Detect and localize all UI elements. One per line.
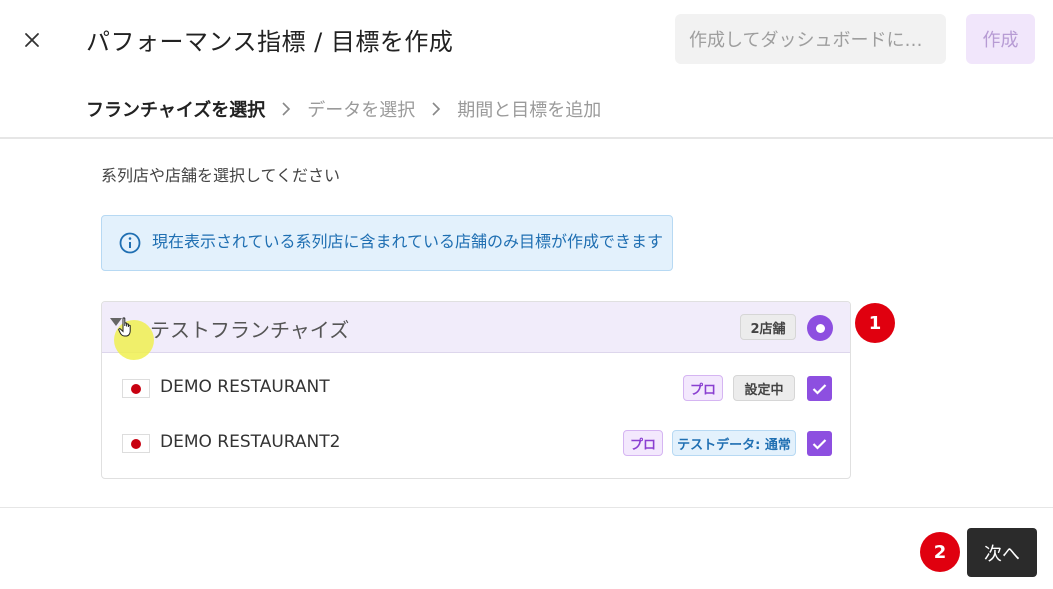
franchise-radio[interactable] — [807, 315, 833, 341]
check-icon — [812, 383, 827, 395]
hand-cursor-icon — [118, 317, 131, 337]
next-button[interactable]: 次へ — [967, 528, 1037, 577]
store-name: DEMO RESTAURANT — [160, 377, 330, 397]
chevron-right-icon — [281, 101, 291, 117]
japan-flag-icon — [122, 379, 150, 398]
radio-dot — [815, 323, 825, 333]
header-divider — [0, 137, 1053, 139]
store-count-badge: 2店舗 — [740, 314, 796, 340]
close-button[interactable] — [18, 26, 46, 54]
franchise-card: テストフランチャイズ 2店舗 DEMO RESTAURANT プロ 設定中 DE… — [101, 301, 851, 479]
info-alert: 現在表示されている系列店に含まれている店舗のみ目標が作成できます — [101, 215, 673, 271]
status-badge: 設定中 — [733, 375, 795, 401]
store-row: DEMO RESTAURANT2 プロ テストデータ: 通常 — [102, 416, 850, 471]
info-text: 現在表示されている系列店に含まれている店舗のみ目標が作成できます — [152, 232, 664, 251]
test-data-badge: テストデータ: 通常 — [672, 430, 796, 456]
create-and-add-to-dashboard-button[interactable]: 作成してダッシュボードに追加... — [675, 14, 946, 64]
franchise-header[interactable]: テストフランチャイズ 2店舗 — [102, 302, 850, 360]
store-name: DEMO RESTAURANT2 — [160, 432, 341, 452]
step-add-period-goal[interactable]: 期間と目標を追加 — [457, 96, 601, 122]
step-select-data[interactable]: データを選択 — [307, 96, 415, 122]
step-select-franchise[interactable]: フランチャイズを選択 — [86, 96, 265, 122]
info-icon — [119, 232, 141, 254]
page-title: パフォーマンス指標 / 目標を作成 — [86, 28, 454, 56]
store-checkbox[interactable] — [807, 431, 832, 456]
step-marker-2: 2 — [920, 532, 960, 572]
franchise-name: テストフランチャイズ — [150, 318, 350, 342]
plan-badge: プロ — [683, 375, 723, 401]
chevron-right-icon — [431, 101, 441, 117]
store-checkbox[interactable] — [807, 376, 832, 401]
create-button[interactable]: 作成 — [966, 14, 1035, 64]
create-and-add-to-dashboard-label: 作成してダッシュボードに追加... — [689, 30, 932, 51]
stepper: フランチャイズを選択 データを選択 期間と目標を追加 — [86, 96, 601, 122]
store-row: DEMO RESTAURANT プロ 設定中 — [102, 361, 850, 416]
check-icon — [812, 438, 827, 450]
step-marker-1: 1 — [855, 303, 895, 343]
expand-toggle[interactable] — [110, 317, 154, 360]
close-icon — [25, 33, 39, 47]
plan-badge: プロ — [623, 430, 663, 456]
japan-flag-icon — [122, 434, 150, 453]
instruction-text: 系列店や店舗を選択してください — [101, 166, 341, 185]
footer-divider — [0, 507, 1053, 508]
